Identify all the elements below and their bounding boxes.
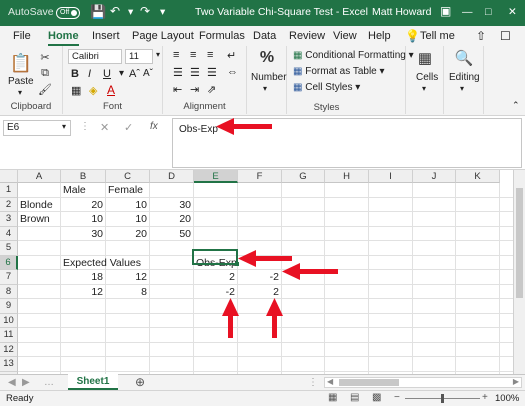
arrow-formula-bar (216, 118, 272, 135)
arrow-e8 (222, 298, 239, 338)
arrow-f7 (282, 263, 338, 280)
arrow-e6 (238, 250, 292, 267)
arrow-f8 (266, 298, 283, 338)
annotation-arrows (216, 118, 338, 338)
